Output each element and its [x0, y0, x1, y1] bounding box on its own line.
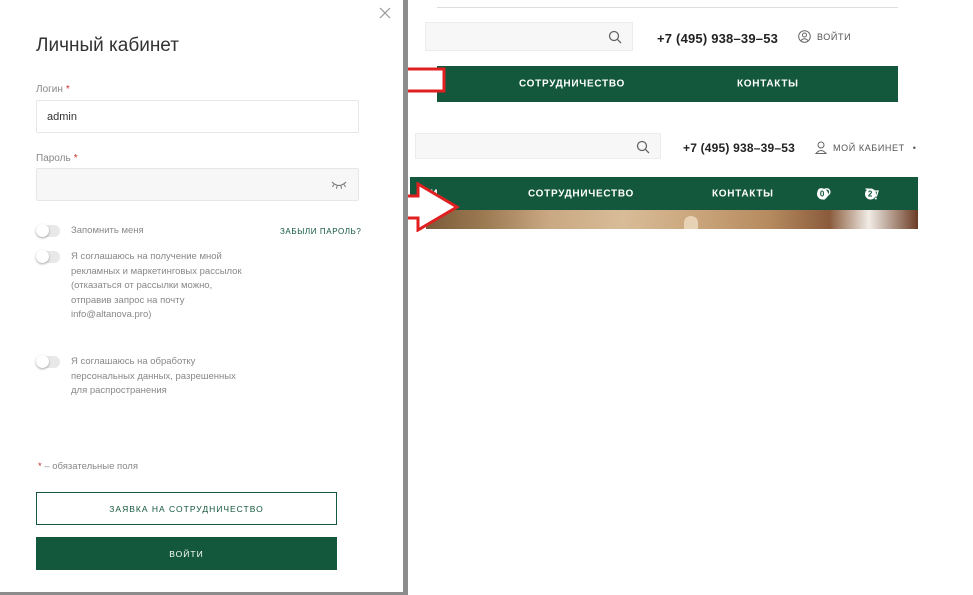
consent-ads-toggle[interactable] [36, 250, 60, 263]
consent-ads-row: Я соглашаюсь на получение мной рекламных… [36, 250, 251, 323]
account-dropdown-dot: • [912, 142, 917, 153]
close-icon[interactable] [378, 6, 392, 20]
login-submit-button[interactable]: ВОЙТИ [36, 537, 337, 570]
menu-item-cooperation[interactable]: СОТРУДНИЧЕСТВО [528, 188, 634, 199]
modal-shadow-edge [403, 0, 408, 595]
password-label-text: Пароль [36, 153, 71, 164]
user-icon [815, 141, 827, 154]
required-note-text: – обязательные поля [41, 461, 138, 472]
consent-data-label: Я соглашаюсь на обработку персональных д… [71, 356, 236, 396]
hero-banner-image [426, 210, 918, 229]
header-top-divider [437, 7, 898, 8]
partner-request-button[interactable]: ЗАЯВКА НА СОТРУДНИЧЕСТВО [36, 492, 337, 525]
password-field-label: Пароль * [36, 153, 78, 164]
search-icon[interactable] [636, 140, 650, 154]
login-link[interactable]: ВОЙТИ [798, 30, 851, 43]
login-modal: Личный кабинет Логин* Пароль* Запомнить … [0, 0, 403, 592]
account-menu[interactable]: МОЙ КАБИНЕТ • [815, 141, 916, 154]
eye-closed-icon[interactable] [331, 180, 347, 190]
remember-me-label: Запомнить меня [71, 225, 144, 236]
phone-number-top[interactable]: +7 (495) 938–39–53 [657, 31, 778, 46]
menu-item-contacts[interactable]: КОНТАКТЫ [737, 79, 799, 90]
required-mark: * [73, 153, 78, 164]
favorites-count-badge: 0 [817, 188, 828, 199]
menu-item-cooperation[interactable]: СОТРУДНИЧЕСТВО [519, 79, 625, 90]
search-icon[interactable] [608, 30, 622, 44]
main-menu-bottom: ГИ СОТРУДНИЧЕСТВО КОНТАКТЫ 0 2 [410, 177, 918, 210]
consent-data-toggle[interactable] [36, 355, 60, 368]
login-link-label: ВОЙТИ [817, 31, 852, 42]
user-circle-icon [798, 30, 811, 43]
search-input-bottom[interactable] [415, 133, 661, 159]
account-menu-label: МОЙ КАБИНЕТ [833, 142, 905, 153]
remember-me-row: Запомнить меня [36, 224, 144, 239]
modal-title: Личный кабинет [36, 35, 179, 56]
password-input[interactable] [36, 168, 359, 201]
consent-data-row: Я соглашаюсь на обработку персональных д… [36, 355, 236, 399]
phone-number-bottom[interactable]: +7 (495) 938–39–53 [683, 141, 795, 155]
consent-ads-label: Я соглашаюсь на получение мной рекламных… [71, 251, 242, 320]
required-fields-note: * – обязательные поля [38, 461, 138, 472]
cart-count-badge: 2 [865, 188, 876, 199]
login-input[interactable] [36, 100, 359, 133]
favorites-button[interactable]: 0 [817, 187, 831, 200]
main-menu-top: СОТРУДНИЧЕСТВО КОНТАКТЫ [437, 66, 898, 102]
forgot-password-link[interactable]: ЗАБЫЛИ ПАРОЛЬ? [280, 227, 361, 236]
search-input-top[interactable] [425, 22, 633, 51]
cart-button[interactable]: 2 [865, 187, 879, 200]
menu-item-contacts[interactable]: КОНТАКТЫ [712, 188, 774, 199]
login-field-label: Логин * [36, 84, 70, 95]
remember-me-toggle[interactable] [36, 224, 60, 237]
required-mark: * [65, 84, 70, 95]
login-label-text: Логин [36, 84, 63, 95]
